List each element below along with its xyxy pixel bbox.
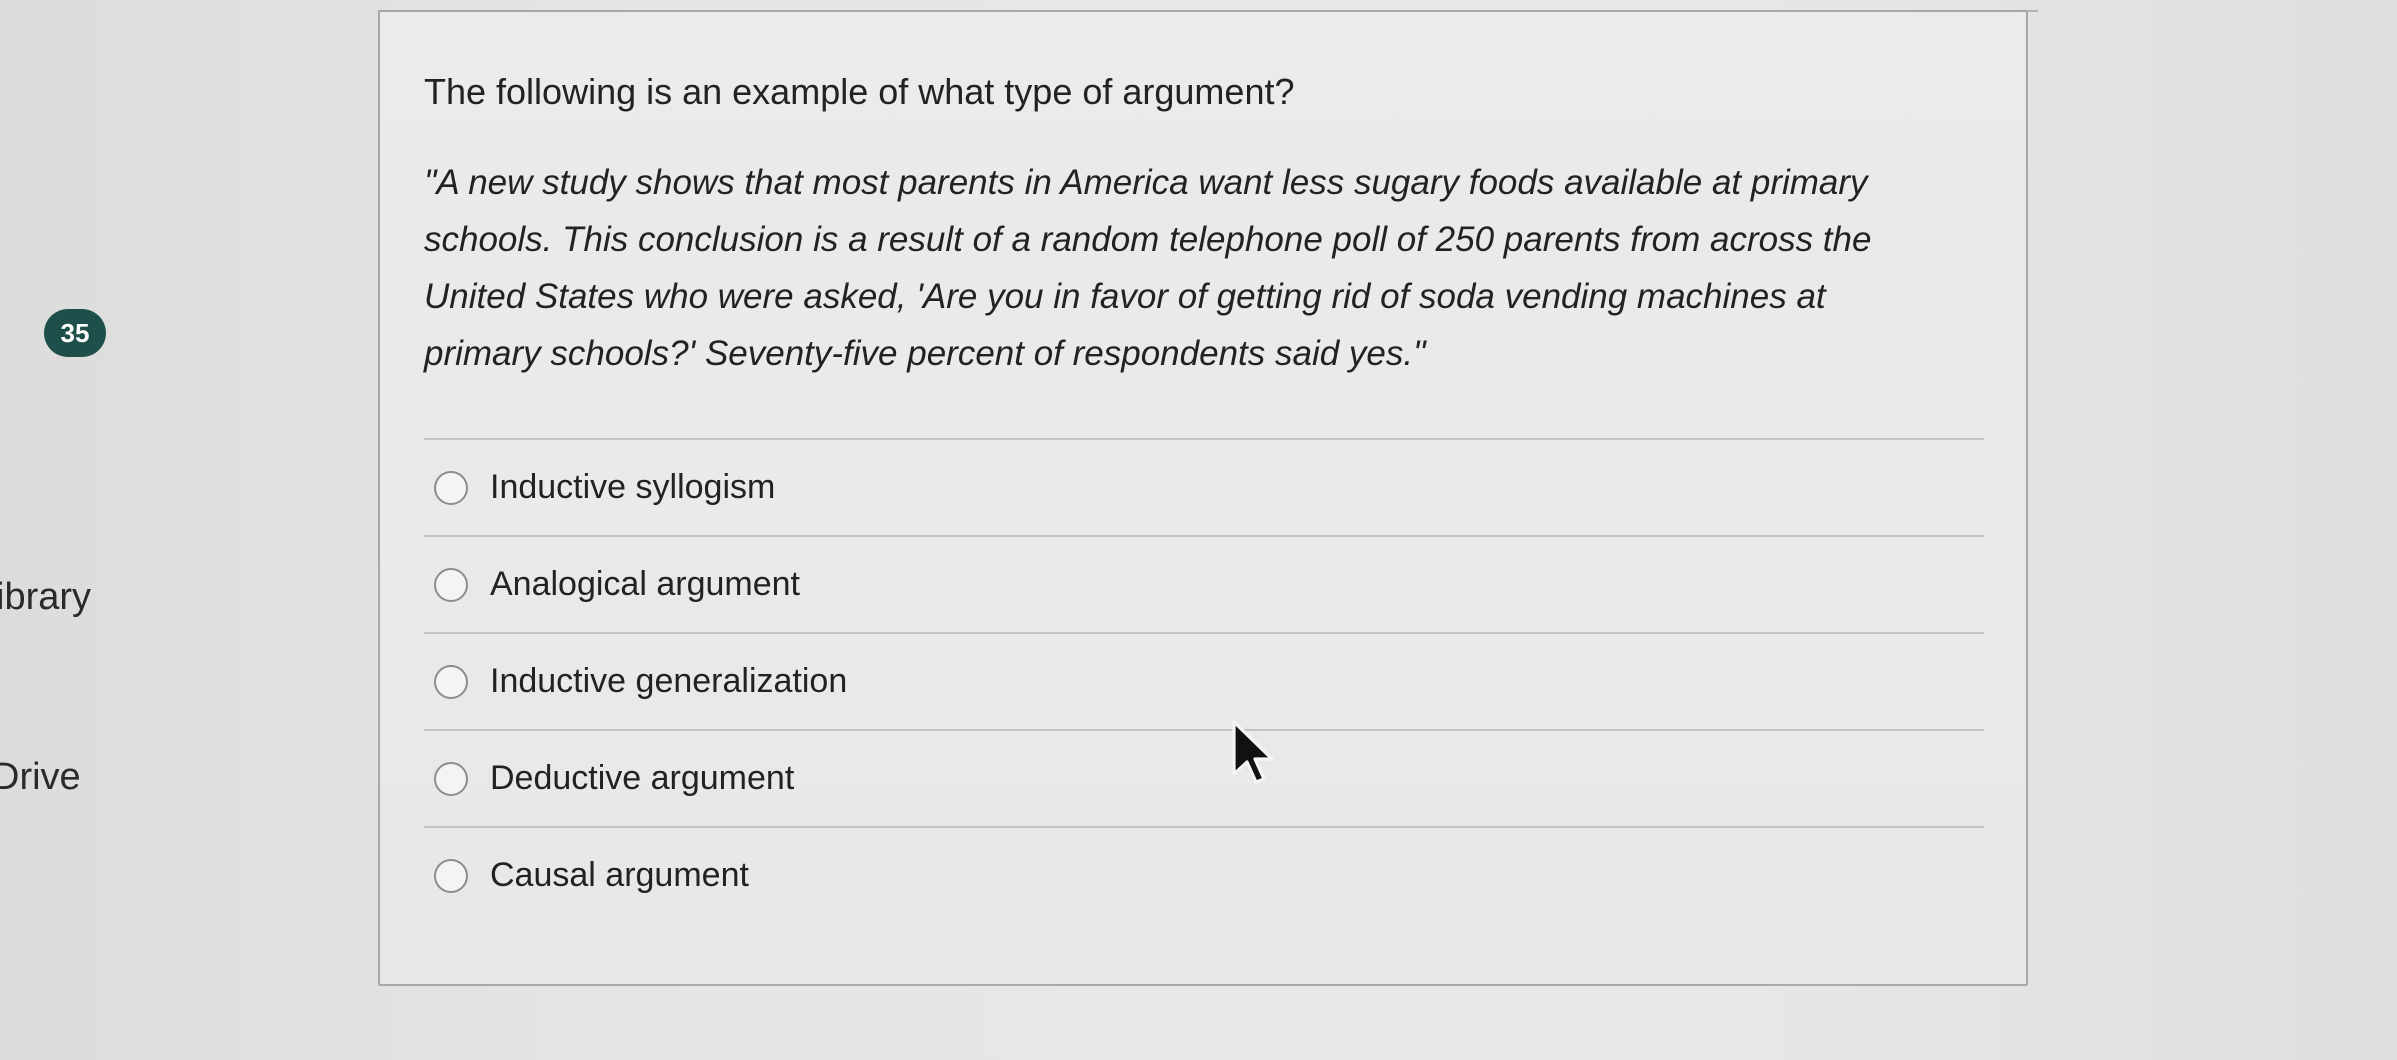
answer-option-label: Deductive argument [490,759,795,797]
radio-button-icon[interactable] [434,761,468,796]
question-number-badge[interactable]: 35 [44,309,106,357]
radio-button-icon[interactable] [434,470,468,505]
mouse-pointer-icon [1232,720,1274,784]
question-prompt: The following is an example of what type… [424,71,1295,112]
radio-button-icon[interactable] [434,567,468,602]
question-passage: "A new study shows that most parents in … [424,163,1872,373]
answer-option-deductive-argument[interactable]: Deductive argument [424,731,1984,826]
answer-option-label: Analogical argument [490,565,800,603]
answer-option-causal-argument[interactable]: Causal argument [424,828,1984,923]
nav-drive-link[interactable]: Drive [0,756,81,799]
radio-button-icon[interactable] [434,664,468,699]
left-navigation: 35 ibrary Drive [0,0,370,1060]
answer-options: Inductive syllogism Analogical argument … [424,438,1984,923]
answer-option-inductive-syllogism[interactable]: Inductive syllogism [424,440,1984,535]
answer-option-label: Inductive generalization [490,662,848,700]
answer-option-label: Inductive syllogism [490,468,776,506]
nav-library-link[interactable]: ibrary [0,576,91,619]
answer-option-label: Causal argument [490,856,749,894]
answer-option-inductive-generalization[interactable]: Inductive generalization [424,634,1984,729]
radio-button-icon[interactable] [434,858,468,893]
question-card: The following is an example of what type… [378,10,2028,986]
quiz-page: 35 ibrary Drive The following is an exam… [0,0,2397,1060]
answer-option-analogical-argument[interactable]: Analogical argument [424,537,1984,632]
